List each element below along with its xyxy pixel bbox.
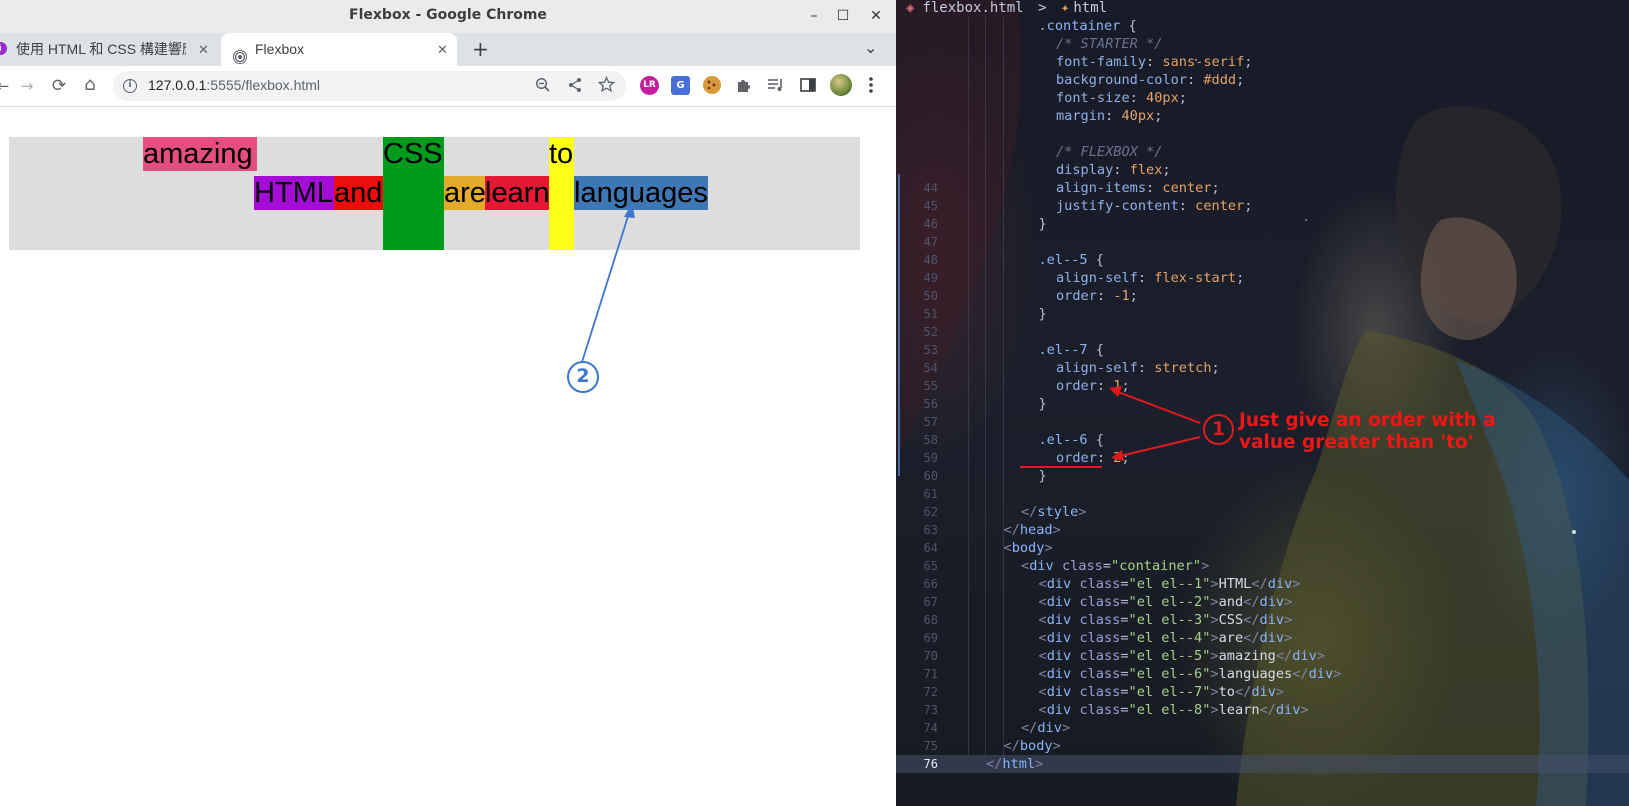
annotation-arrows-1 — [1020, 386, 1201, 468]
annotation-note: Just give an order with a value greater … — [1239, 410, 1496, 454]
annotation-note-line1: Just give an order with a — [1239, 410, 1496, 431]
annotation-note-line2: value greater than 'to' — [1239, 432, 1474, 453]
annotation-marker-1: 1 — [1203, 414, 1234, 445]
